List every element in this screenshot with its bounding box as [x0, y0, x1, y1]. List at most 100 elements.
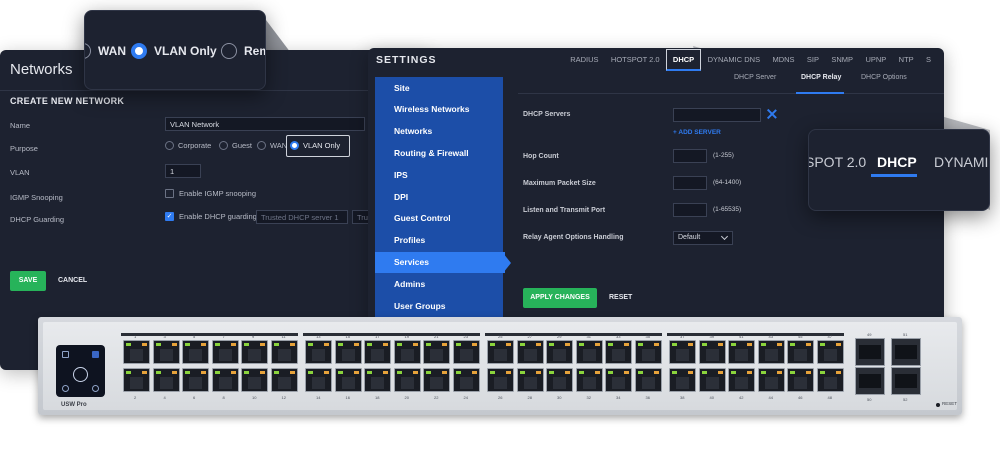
ethernet-port[interactable]	[305, 340, 332, 364]
ethernet-port[interactable]	[211, 340, 239, 364]
ethernet-port[interactable]	[452, 368, 480, 392]
ethernet-port[interactable]	[728, 340, 755, 364]
callout-remote-radio[interactable]: Remo	[221, 43, 265, 59]
sidebar-item-user-groups[interactable]: User Groups	[375, 296, 503, 317]
ethernet-port[interactable]	[152, 340, 180, 364]
callout-tab-dynamic[interactable]: DYNAMIC	[934, 154, 989, 170]
tab-ntp[interactable]: NTP	[892, 48, 919, 72]
ethernet-port[interactable]	[123, 340, 150, 364]
listen-port-input[interactable]	[673, 203, 707, 217]
ethernet-port[interactable]	[605, 368, 632, 392]
ethernet-port[interactable]	[698, 340, 726, 364]
sfp-port[interactable]	[855, 367, 885, 395]
subtab-dhcp-options[interactable]: DHCP Options	[861, 74, 907, 81]
sidebar-item-networks[interactable]: Networks	[375, 121, 503, 142]
ethernet-port[interactable]	[787, 368, 814, 392]
callout-vlan-only-radio[interactable]: VLAN Only	[131, 43, 217, 59]
tab-radius[interactable]: RADIUS	[564, 48, 605, 72]
purpose-vlan-only-radio[interactable]: VLAN Only	[290, 141, 340, 150]
ethernet-port[interactable]	[634, 340, 662, 364]
ethernet-port[interactable]	[452, 340, 480, 364]
ethernet-port[interactable]	[182, 368, 209, 392]
sidebar-item-ips[interactable]: IPS	[375, 165, 503, 186]
ethernet-port[interactable]	[816, 368, 844, 392]
ethernet-port[interactable]	[546, 340, 573, 364]
add-server-link[interactable]: + ADD SERVER	[673, 129, 721, 136]
ethernet-port[interactable]	[516, 340, 544, 364]
purpose-guest-radio[interactable]: Guest	[219, 141, 252, 150]
ethernet-port[interactable]	[757, 340, 785, 364]
igmp-snooping-checkbox[interactable]: Enable IGMP snooping	[165, 189, 256, 198]
apply-changes-button[interactable]: APPLY CHANGES	[523, 288, 597, 308]
vlan-id-input[interactable]: 1	[165, 164, 201, 178]
tab-upnp[interactable]: UPNP	[859, 48, 892, 72]
sidebar-item-guest-control[interactable]: Guest Control	[375, 208, 503, 229]
ethernet-port[interactable]	[546, 368, 573, 392]
ethernet-port[interactable]	[182, 340, 209, 364]
ethernet-port[interactable]	[241, 340, 268, 364]
ethernet-port[interactable]	[305, 368, 332, 392]
ethernet-port[interactable]	[669, 340, 696, 364]
network-name-input[interactable]: VLAN Network	[165, 117, 365, 131]
ethernet-port[interactable]	[669, 368, 696, 392]
tab-dynamic-dns[interactable]: DYNAMIC DNS	[701, 48, 766, 72]
dhcp-server-input[interactable]	[673, 108, 761, 122]
tab-dhcp[interactable]: DHCP	[665, 49, 702, 71]
callout-tab-hotspot[interactable]: SPOT 2.0	[809, 154, 866, 170]
ethernet-port[interactable]	[364, 368, 391, 392]
cancel-button[interactable]: CANCEL	[58, 271, 87, 291]
trusted-dhcp-server-1-input[interactable]: Trusted DHCP server 1	[256, 210, 348, 224]
dhcp-guarding-checkbox[interactable]: ✓ Enable DHCP guarding	[165, 212, 257, 221]
sidebar-item-profiles[interactable]: Profiles	[375, 230, 503, 251]
relay-options-select[interactable]: Default	[673, 231, 733, 245]
ethernet-port[interactable]	[364, 340, 391, 364]
ethernet-port[interactable]	[152, 368, 180, 392]
sidebar-item-admins[interactable]: Admins	[375, 274, 503, 295]
sidebar-item-site[interactable]: Site	[375, 78, 503, 99]
sidebar-item-wireless-networks[interactable]: Wireless Networks	[375, 99, 503, 120]
purpose-corporate-radio[interactable]: Corporate	[165, 141, 211, 150]
callout-wan-radio[interactable]: WAN	[85, 43, 126, 59]
ethernet-port[interactable]	[270, 368, 298, 392]
max-packet-input[interactable]	[673, 176, 707, 190]
sfp-port[interactable]	[891, 338, 921, 366]
save-button[interactable]: SAVE	[10, 271, 46, 291]
ethernet-port[interactable]	[487, 340, 514, 364]
hop-count-input[interactable]	[673, 149, 707, 163]
tab-more[interactable]: S	[920, 48, 937, 72]
reset-button[interactable]: RESET	[609, 288, 632, 308]
sidebar-item-services[interactable]: Services	[375, 252, 505, 273]
ethernet-port[interactable]	[787, 340, 814, 364]
ethernet-port[interactable]	[575, 368, 603, 392]
ethernet-port[interactable]	[334, 368, 362, 392]
ethernet-port[interactable]	[123, 368, 150, 392]
tab-sip[interactable]: SIP	[801, 48, 825, 72]
subtab-dhcp-relay[interactable]: DHCP Relay	[801, 74, 841, 81]
ethernet-port[interactable]	[516, 368, 544, 392]
sfp-port[interactable]	[855, 338, 885, 366]
purpose-wan-radio[interactable]: WAN	[257, 141, 287, 150]
tab-hotspot[interactable]: HOTSPOT 2.0	[605, 48, 666, 72]
sidebar-item-dpi[interactable]: DPI	[375, 187, 503, 208]
ethernet-port[interactable]	[634, 368, 662, 392]
ethernet-port[interactable]	[757, 368, 785, 392]
sfp-port[interactable]	[891, 367, 921, 395]
ethernet-port[interactable]	[698, 368, 726, 392]
ethernet-port[interactable]	[575, 340, 603, 364]
ethernet-port[interactable]	[334, 340, 362, 364]
ethernet-port[interactable]	[605, 340, 632, 364]
tab-mdns[interactable]: MDNS	[766, 48, 800, 72]
ethernet-port[interactable]	[816, 340, 844, 364]
ethernet-port[interactable]	[728, 368, 755, 392]
reset-pinhole[interactable]	[936, 403, 940, 407]
ethernet-port[interactable]	[423, 368, 450, 392]
ethernet-port[interactable]	[241, 368, 268, 392]
ethernet-port[interactable]	[270, 340, 298, 364]
ethernet-port[interactable]	[393, 340, 421, 364]
ethernet-port[interactable]	[487, 368, 514, 392]
ethernet-port[interactable]	[393, 368, 421, 392]
ethernet-port[interactable]	[211, 368, 239, 392]
close-icon[interactable]	[766, 108, 778, 120]
sidebar-item-routing-firewall[interactable]: Routing & Firewall	[375, 143, 503, 164]
tab-snmp[interactable]: SNMP	[825, 48, 859, 72]
